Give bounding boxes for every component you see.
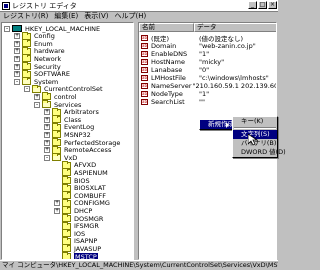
collapse-icon[interactable]: - — [34, 101, 40, 108]
submenu-item-key[interactable]: キー(K) — [233, 117, 277, 126]
close-button[interactable]: × — [268, 1, 277, 9]
mouse-pointer-icon — [248, 134, 258, 146]
value-data: "" — [199, 97, 205, 106]
context-item-new[interactable]: 新規作成(N) — [200, 120, 244, 129]
string-value-icon: ab — [141, 74, 148, 81]
expand-icon[interactable]: + — [54, 200, 60, 207]
maximize-button[interactable]: □ — [258, 1, 267, 9]
collapse-icon[interactable]: - — [24, 86, 30, 93]
expand-icon[interactable]: + — [14, 55, 20, 62]
expand-icon[interactable]: + — [44, 147, 50, 154]
expand-icon[interactable]: + — [14, 63, 20, 70]
string-value-icon: ab — [141, 58, 148, 65]
string-value-icon: ab — [141, 50, 148, 57]
expand-icon[interactable]: + — [14, 40, 20, 47]
expand-icon[interactable]: + — [44, 124, 50, 131]
value-row[interactable]: ab SearchList "" — [139, 97, 276, 106]
submenu-item-dword[interactable]: DWORD 値(D) — [233, 148, 286, 157]
menu-help[interactable]: ヘルプ(H) — [111, 11, 149, 21]
expand-icon[interactable]: + — [34, 93, 40, 100]
menu-bar: レジストリ(R) 編集(E) 表示(V) ヘルプ(H) — [0, 11, 278, 21]
regedit-icon — [2, 1, 10, 10]
tree-node-label[interactable]: MSTCP — [74, 252, 98, 259]
expand-icon[interactable]: + — [44, 131, 50, 138]
menu-view[interactable]: 表示(V) — [81, 11, 111, 21]
string-value-icon: ab — [141, 90, 148, 97]
folder-icon — [62, 252, 71, 259]
submenu-separator — [234, 127, 276, 129]
expand-icon[interactable]: + — [14, 33, 20, 40]
submenu-arrow-icon — [226, 122, 229, 128]
status-bar: マイ コンピュータ\HKEY_LOCAL_MACHINE\System\Curr… — [0, 260, 278, 269]
expand-icon[interactable]: + — [54, 207, 60, 214]
menu-edit[interactable]: 編集(E) — [51, 11, 81, 21]
column-header-name[interactable]: 名前 — [139, 23, 194, 32]
expand-icon[interactable]: + — [44, 116, 50, 123]
context-menu: 新規作成(N) — [199, 119, 244, 130]
value-name: SearchList — [151, 97, 185, 106]
collapse-icon[interactable]: - — [14, 78, 20, 85]
minimize-button[interactable]: _ — [248, 1, 257, 9]
collapse-icon[interactable]: - — [4, 25, 10, 32]
tree-node[interactable]: MSTCP — [54, 252, 98, 260]
collapse-icon[interactable]: - — [44, 154, 50, 161]
expand-icon[interactable]: + — [14, 71, 20, 78]
string-value-icon: ab — [141, 82, 148, 89]
menu-registry[interactable]: レジストリ(R) — [0, 11, 51, 21]
expand-icon[interactable]: + — [44, 109, 50, 116]
window-title: レジストリ エディタ — [12, 1, 77, 10]
string-value-icon: ab — [141, 42, 148, 49]
string-value-icon: ab — [141, 98, 148, 105]
string-value-icon: ab — [141, 66, 148, 73]
expand-icon[interactable]: + — [14, 48, 20, 55]
key-tree-pane[interactable]: - HKEY_LOCAL_MACHINE + Config + Enum + hardware… — [1, 22, 134, 260]
expand-icon[interactable]: + — [44, 139, 50, 146]
column-header-data[interactable]: データ — [194, 23, 276, 32]
string-value-icon: ab — [141, 34, 148, 41]
